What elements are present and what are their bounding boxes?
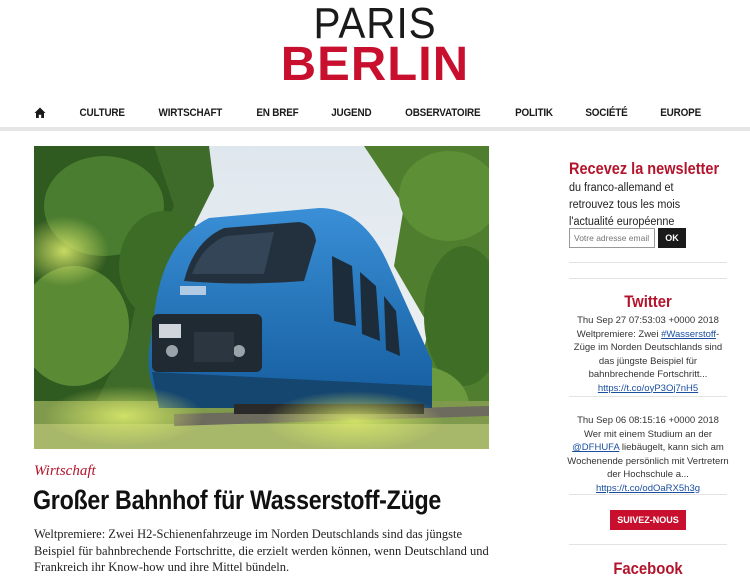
sidebar-divider [569, 396, 727, 397]
sidebar-divider [569, 494, 727, 495]
nav-item-jugend[interactable]: JUGEND [331, 107, 371, 119]
nav-item-societe[interactable]: SOCIÉTÉ [585, 107, 627, 119]
tweet-text: Wer mit einem Studium an der [583, 428, 713, 440]
article-headline[interactable]: Großer Bahnhof für Wasserstoff-Züge [33, 485, 441, 516]
nav-item-observatoire[interactable]: OBSERVATOIRE [406, 107, 481, 119]
nav-item-culture[interactable]: CULTURE [79, 107, 124, 119]
tweet-text: Weltpremiere: Zwei [576, 328, 662, 340]
sidebar-divider [569, 262, 727, 263]
main-nav: CULTURE WIRTSCHAFT EN BREF JUGEND OBSERV… [0, 100, 750, 126]
nav-item-europe[interactable]: EUROPE [660, 107, 701, 119]
logo-berlin: BERLIN [280, 38, 470, 91]
nav-item-wirtschaft[interactable]: WIRTSCHAFT [159, 107, 223, 119]
newsletter-description: du franco-allemand et retrouvez tous les… [569, 182, 681, 228]
tweet-date: Thu Sep 06 08:15:16 +0000 2018 [577, 415, 719, 426]
tweet-mention[interactable]: @DFHUFA [572, 442, 619, 453]
tweet-link[interactable]: https://t.co/oyP3Oj7nH5 [598, 383, 698, 394]
newsletter-email-input[interactable] [569, 228, 655, 248]
tweet-item: Thu Sep 27 07:53:03 +0000 2018 Weltpremi… [566, 314, 730, 395]
sidebar-divider [569, 278, 727, 279]
article-category[interactable]: Wirtschaft [34, 463, 96, 480]
nav-item-politik[interactable]: POLITIK [515, 107, 553, 119]
sidebar-divider [569, 544, 727, 545]
newsletter-submit-button[interactable]: OK [658, 228, 686, 248]
twitter-title: Twitter [624, 293, 672, 311]
article-hero-image[interactable] [34, 146, 489, 449]
facebook-title: Facebook [613, 560, 683, 578]
tweet-link[interactable]: https://t.co/odOaRX5h3g [596, 483, 700, 494]
home-icon[interactable] [33, 106, 47, 120]
tweet-hashtag[interactable]: #Wasserstoff [661, 329, 716, 340]
newsletter-title: Recevez la newsletter [569, 160, 720, 178]
article-excerpt: Weltpremiere: Zwei H2-Schienenfahrzeuge … [34, 527, 489, 574]
twitter-follow-button[interactable]: SUIVEZ-NOUS [610, 510, 686, 530]
nav-item-en-bref[interactable]: EN BREF [256, 107, 298, 119]
nav-divider [0, 127, 750, 131]
tweet-item: Thu Sep 06 08:15:16 +0000 2018 Wer mit e… [566, 414, 730, 495]
tweet-date: Thu Sep 27 07:53:03 +0000 2018 [577, 315, 719, 326]
